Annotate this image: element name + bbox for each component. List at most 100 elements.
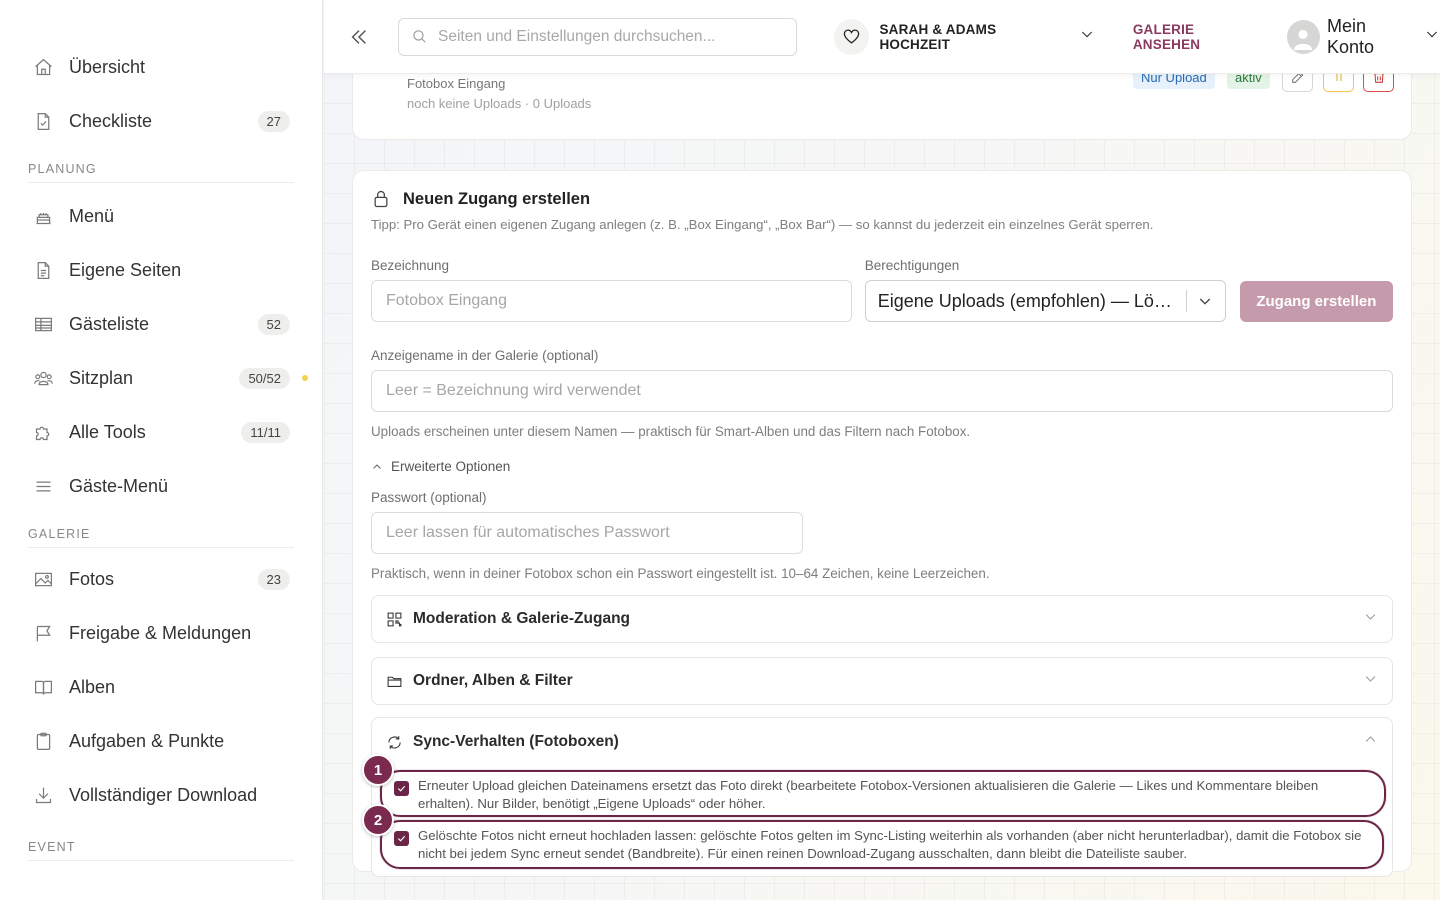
section-title-planung: PLANUNG bbox=[28, 162, 294, 183]
sidebar-item-eigene-seiten[interactable]: Eigene Seiten bbox=[0, 243, 322, 297]
main-content: sarah-adams-hochzeit-ab19 Fotobox Eingan… bbox=[324, 74, 1440, 900]
collapse-sidebar-button[interactable] bbox=[348, 26, 370, 48]
section-title-galerie: GALERIE bbox=[28, 527, 294, 548]
count-badge: 11/11 bbox=[241, 421, 290, 443]
sidebar-item-uebersicht[interactable]: Übersicht bbox=[0, 40, 322, 94]
sidebar-item-sitzplan[interactable]: Sitzplan 50/52 bbox=[0, 351, 322, 405]
pause-button[interactable] bbox=[1323, 74, 1354, 92]
password-field[interactable] bbox=[371, 512, 803, 554]
sidebar-item-alben[interactable]: Alben bbox=[0, 660, 322, 714]
account-menu[interactable]: Mein Konto bbox=[1286, 15, 1440, 58]
count-badge: 27 bbox=[257, 110, 290, 132]
access-card: sarah-adams-hochzeit-ab19 Fotobox Eingan… bbox=[352, 74, 1412, 140]
sidebar-item-menue[interactable]: Menü bbox=[0, 189, 322, 243]
sidebar: Übersicht Checkliste 27 PLANUNG Menü Eig… bbox=[0, 0, 323, 900]
sidebar-item-alle-tools[interactable]: Alle Tools 11/11 bbox=[0, 405, 322, 459]
view-gallery-link[interactable]: GALERIE ANSEHEN bbox=[1133, 22, 1263, 52]
section-title-event: EVENT bbox=[28, 840, 294, 861]
sidebar-item-label: Checkliste bbox=[69, 110, 153, 131]
table-icon bbox=[32, 313, 54, 335]
sidebar-item-gaeste-menue[interactable]: Gäste-Menü bbox=[0, 459, 322, 513]
sidebar-item-freigabe[interactable]: Freigabe & Meldungen bbox=[0, 606, 322, 660]
access-meta: noch keine Uploads · 0 Uploads bbox=[407, 96, 592, 111]
sidebar-item-label: Gästeliste bbox=[69, 313, 150, 334]
chevron-down-icon bbox=[1363, 671, 1378, 691]
sidebar-item-checkliste[interactable]: Checkliste 27 bbox=[0, 94, 322, 148]
sidebar-item-label: Gäste-Menü bbox=[69, 475, 169, 496]
edit-button[interactable] bbox=[1282, 74, 1313, 92]
access-subtitle: Fotobox Eingang bbox=[407, 76, 506, 91]
sync-icon bbox=[386, 734, 403, 751]
status-dot bbox=[302, 375, 308, 381]
sync-option-replace: Erneuter Upload gleichen Dateinamens ers… bbox=[380, 770, 1386, 817]
people-icon bbox=[32, 367, 54, 389]
password-hint: Praktisch, wenn in deiner Fotobox schon … bbox=[371, 566, 990, 581]
sidebar-item-label: Vollständiger Download bbox=[69, 784, 258, 805]
accordion-moderation[interactable]: Moderation & Galerie-Zugang bbox=[371, 595, 1393, 643]
sidebar-item-aufgaben[interactable]: Aufgaben & Punkte bbox=[0, 714, 322, 768]
advanced-options-toggle[interactable]: Erweiterte Optionen bbox=[371, 459, 1393, 474]
folder-icon bbox=[386, 673, 403, 690]
mode-badge: Nur Upload bbox=[1133, 74, 1215, 89]
image-icon bbox=[32, 568, 54, 590]
display-name-field[interactable] bbox=[371, 370, 1393, 412]
chevron-up-icon bbox=[373, 463, 381, 469]
permissions-label: Berechtigungen bbox=[864, 258, 960, 273]
home-icon bbox=[32, 56, 54, 78]
trash-icon bbox=[1374, 74, 1383, 83]
option-text: Gelöschte Fotos nicht erneut hochladen l… bbox=[418, 828, 1362, 861]
puzzle-icon bbox=[32, 421, 54, 443]
event-switcher[interactable]: SARAH & ADAMS HOCHZEIT bbox=[834, 18, 1095, 55]
top-bar: SARAH & ADAMS HOCHZEIT GALERIE ANSEHEN M… bbox=[324, 0, 1440, 74]
accordion-sync: Sync-Verhalten (Fotoboxen) 1 Erneuter Up… bbox=[362, 717, 1393, 877]
chevron-down-icon bbox=[1199, 298, 1210, 305]
count-badge: 52 bbox=[257, 313, 290, 335]
flag-icon bbox=[32, 622, 54, 644]
edit-icon bbox=[1291, 74, 1303, 83]
accordion-label: Sync-Verhalten (Fotoboxen) bbox=[413, 733, 619, 750]
pause-icon bbox=[1335, 74, 1342, 81]
permissions-select[interactable]: Eigene Uploads (empfohlen) — Löschen bbox=[864, 280, 1226, 322]
sidebar-item-label: Übersicht bbox=[69, 56, 146, 77]
display-name-hint: Uploads erscheinen unter diesem Namen — … bbox=[371, 424, 971, 439]
menu-lines-icon bbox=[32, 475, 54, 497]
sidebar-item-download[interactable]: Vollständiger Download bbox=[0, 768, 322, 822]
create-access-button[interactable]: Zugang erstellen bbox=[1239, 281, 1393, 322]
new-access-form: Neuen Zugang erstellen Tipp: Pro Gerät e… bbox=[352, 170, 1412, 877]
deleted-checkbox[interactable] bbox=[394, 831, 409, 846]
chevron-down-icon bbox=[1363, 609, 1378, 629]
avatar bbox=[1286, 19, 1320, 54]
form-tip: Tipp: Pro Gerät einen eigenen Zugang anl… bbox=[371, 217, 1154, 232]
sidebar-item-label: Menü bbox=[69, 205, 115, 226]
advanced-options-label: Erweiterte Optionen bbox=[391, 459, 511, 474]
count-badge: 23 bbox=[257, 568, 290, 590]
sidebar-item-label: Aufgaben & Punkte bbox=[69, 730, 225, 751]
cake-icon bbox=[32, 205, 54, 227]
permissions-value: Eigene Uploads (empfohlen) — Löschen bbox=[877, 290, 1176, 311]
event-name: SARAH & ADAMS HOCHZEIT bbox=[879, 21, 997, 52]
accordion-ordner[interactable]: Ordner, Alben & Filter bbox=[371, 657, 1393, 705]
replace-checkbox[interactable] bbox=[394, 781, 409, 796]
accordion-sync-header[interactable]: Sync-Verhalten (Fotoboxen) bbox=[372, 718, 1392, 766]
accordion-label: Ordner, Alben & Filter bbox=[413, 672, 573, 689]
sidebar-item-label: Fotos bbox=[69, 568, 115, 589]
sidebar-item-label: Alle Tools bbox=[69, 421, 146, 442]
search-box[interactable] bbox=[398, 17, 798, 56]
option-text: Erneuter Upload gleichen Dateinamens ers… bbox=[418, 778, 1319, 811]
accordion-label: Moderation & Galerie-Zugang bbox=[413, 610, 631, 627]
heart-icon bbox=[834, 18, 870, 55]
sidebar-item-label: Freigabe & Meldungen bbox=[69, 622, 252, 643]
password-label: Passwort (optional) bbox=[371, 490, 487, 505]
name-field[interactable] bbox=[371, 280, 852, 322]
checklist-icon bbox=[32, 110, 54, 132]
sidebar-item-gaesteliste[interactable]: Gästeliste 52 bbox=[0, 297, 322, 351]
sidebar-item-label: Eigene Seiten bbox=[69, 259, 182, 280]
account-label: Mein Konto bbox=[1326, 15, 1375, 57]
sidebar-item-fotos[interactable]: Fotos 23 bbox=[0, 552, 322, 606]
delete-button[interactable] bbox=[1363, 74, 1394, 92]
clipboard-icon bbox=[32, 730, 54, 752]
search-input[interactable] bbox=[438, 27, 785, 46]
display-name-label: Anzeigename in der Galerie (optional) bbox=[371, 348, 599, 363]
sidebar-item-label: Sitzplan bbox=[69, 367, 134, 388]
search-icon bbox=[413, 30, 426, 43]
